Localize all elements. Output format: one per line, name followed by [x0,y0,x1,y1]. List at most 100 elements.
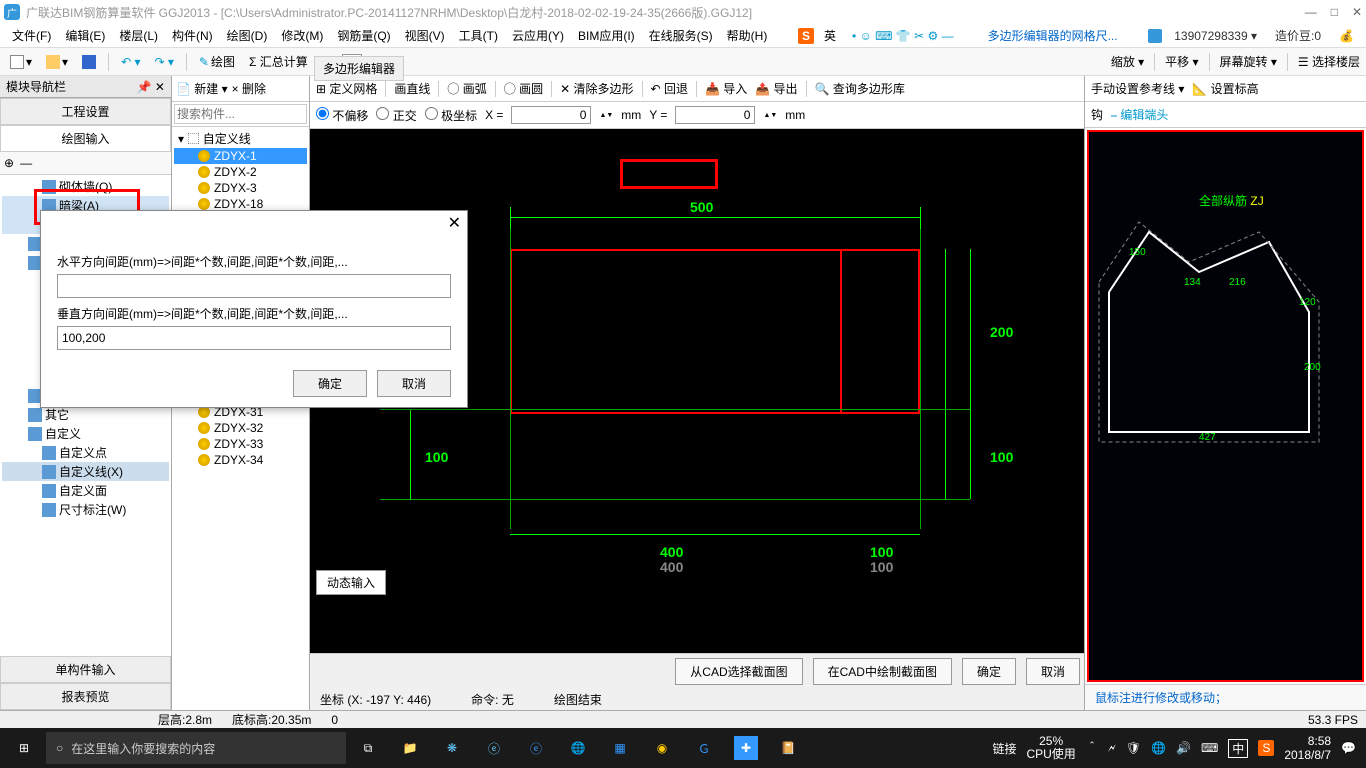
comp-item[interactable]: ZDYX-1 [174,148,307,164]
minimize-button[interactable]: — [1305,5,1317,19]
draw-arc-button[interactable]: ◯ 画弧 [447,80,486,97]
tab-single-input[interactable]: 单构件输入 [0,656,171,683]
manual-ref-button[interactable]: 手动设置参考线 ▾ [1091,80,1184,97]
app-icon-6[interactable]: 📔 [768,728,808,768]
ime-lang[interactable]: 英 [818,25,842,46]
set-elev-button[interactable]: 📐 设置标高 [1192,80,1258,97]
pan-button[interactable]: 平移 ▾ [1165,53,1198,70]
tray-keyboard-icon[interactable]: ⌨ [1201,741,1218,755]
menu-rebar[interactable]: 钢筋量(Q) [331,25,396,46]
tray-network-icon[interactable]: 🌐 [1151,741,1166,755]
section-canvas[interactable]: 全部纵筋 ZJ 150 134 216 120 200 427 [1087,130,1364,682]
select-floor-button[interactable]: ☰ 选择楼层 [1298,53,1360,70]
nav-collapse-icon[interactable]: — [20,156,32,170]
tray-battery-icon[interactable]: 🗲 [1108,741,1116,756]
tree-item[interactable]: 自定义 [2,424,169,443]
draw-circle-button[interactable]: ◯ 画圆 [504,80,543,97]
comp-item[interactable]: ZDYX-33 [174,436,307,452]
dialog-cancel-button[interactable]: 取消 [377,370,451,397]
app-icon-3[interactable]: ◉ [642,728,682,768]
task-view-icon[interactable]: ⧉ [348,728,388,768]
sum-calc-button[interactable]: Σ 汇总计算 [245,51,312,72]
close-button[interactable]: ✕ [1352,5,1362,19]
nav-pin-icon[interactable]: 📌 ✕ [137,80,165,94]
opt-ortho[interactable]: 正交 [376,107,416,124]
ie-icon[interactable]: ⓔ [474,728,514,768]
tab-draw-input[interactable]: 绘图输入 [0,125,171,152]
maximize-button[interactable]: □ [1331,5,1338,19]
menu-bim[interactable]: BIM应用(I) [572,25,641,46]
menu-modify[interactable]: 修改(M) [275,25,329,46]
opt-no-offset[interactable]: 不偏移 [316,107,368,124]
define-grid-button[interactable]: ⊞ 定义网格 [316,80,377,97]
menu-help[interactable]: 帮助(H) [721,25,774,46]
menu-draw[interactable]: 绘图(D) [221,25,274,46]
tree-item[interactable]: 砌体墙(Q) [2,177,169,196]
ok-button[interactable]: 确定 [962,658,1016,685]
edge-icon[interactable]: ⓔ [516,728,556,768]
redo-button[interactable]: ↷ ▾ [150,53,177,71]
export-button[interactable]: 📤 导出 [755,80,797,97]
taskbar-search[interactable]: ○ 在这里输入你要搜索的内容 [46,732,346,764]
clear-polygon-button[interactable]: ✕ 清除多边形 [560,80,633,97]
tab-report-preview[interactable]: 报表预览 [0,683,171,710]
tab-project-settings[interactable]: 工程设置 [0,98,171,125]
ime-sogou-icon[interactable]: S [798,28,814,44]
menu-online[interactable]: 在线服务(S) [643,25,719,46]
tray-volume-icon[interactable]: 🔊 [1176,741,1191,755]
h-spacing-input[interactable] [57,274,451,298]
menu-view[interactable]: 视图(V) [399,25,451,46]
app-icon-5[interactable]: ✚ [734,736,758,760]
folder-icon[interactable]: 📁 [390,728,430,768]
dialog-close-button[interactable]: ✕ [448,213,461,233]
import-button[interactable]: 📥 导入 [705,80,747,97]
edit-end-button[interactable]: ⎯ 编辑端头 [1111,106,1168,123]
x-input[interactable] [511,106,591,124]
comp-item[interactable]: ZDYX-32 [174,420,307,436]
tray-sogou-icon[interactable]: S [1258,740,1274,756]
menu-file[interactable]: 文件(F) [6,25,57,46]
comp-root[interactable]: ▾ ⬚ 自定义线 [174,129,307,148]
opt-polar[interactable]: 极坐标 [425,107,477,124]
app-icon-2[interactable]: ▦ [600,728,640,768]
tree-item[interactable]: 自定义面 [2,481,169,500]
y-input[interactable] [675,106,755,124]
menu-floor[interactable]: 楼层(L) [113,25,164,46]
cad-select-button[interactable]: 从CAD选择截面图 [675,658,802,685]
component-search-input[interactable] [174,104,307,124]
dialog-ok-button[interactable]: 确定 [293,370,367,397]
menu-tools[interactable]: 工具(T) [453,25,504,46]
app-icon-4[interactable]: Ｇ [684,728,724,768]
menu-edit[interactable]: 编辑(E) [59,25,111,46]
hook-button[interactable]: 钩 [1091,106,1103,123]
nav-expand-icon[interactable]: ⊕ [4,156,14,170]
new-file-button[interactable]: ▾ [6,53,36,71]
undo-button[interactable]: ↶ ▾ [117,53,144,71]
menu-cloud[interactable]: 云应用(Y) [506,25,570,46]
tray-link[interactable]: 链接 [992,740,1016,757]
tray-shield-icon[interactable]: 🛡 [1126,741,1141,755]
comp-item[interactable]: ZDYX-34 [174,452,307,468]
v-spacing-input[interactable] [57,326,451,350]
tree-item[interactable]: 自定义点 [2,443,169,462]
browser-icon[interactable]: 🌐 [558,728,598,768]
dynamic-input-button[interactable]: 动态输入 [316,570,386,595]
tree-item[interactable]: 自定义线(X) [2,462,169,481]
tray-ime[interactable]: 中 [1228,739,1248,758]
draw-line-button[interactable]: 画直线 [394,80,430,97]
rotate-button[interactable]: 屏幕旋转 ▾ [1220,53,1277,70]
query-polygon-button[interactable]: 🔍 查询多边形库 [815,80,905,97]
delete-component-button[interactable]: × 删除 [232,80,266,97]
draw-mode-button[interactable]: ✎ 绘图 [195,51,239,72]
save-button[interactable] [78,53,100,71]
tray-up-icon[interactable]: ＾ [1086,740,1098,757]
tray-notifications-icon[interactable]: 💬 [1341,741,1356,755]
cancel-button[interactable]: 取消 [1026,658,1080,685]
user-id[interactable]: 13907298339 ▾ [1168,27,1263,45]
tray-clock[interactable]: 8:58 2018/8/7 [1284,734,1331,763]
new-component-button[interactable]: 📄 新建 ▾ [176,80,228,97]
comp-item[interactable]: ZDYX-2 [174,164,307,180]
menu-component[interactable]: 构件(N) [166,25,219,46]
open-file-button[interactable]: ▾ [42,53,72,71]
app-icon-1[interactable]: ❋ [432,728,472,768]
